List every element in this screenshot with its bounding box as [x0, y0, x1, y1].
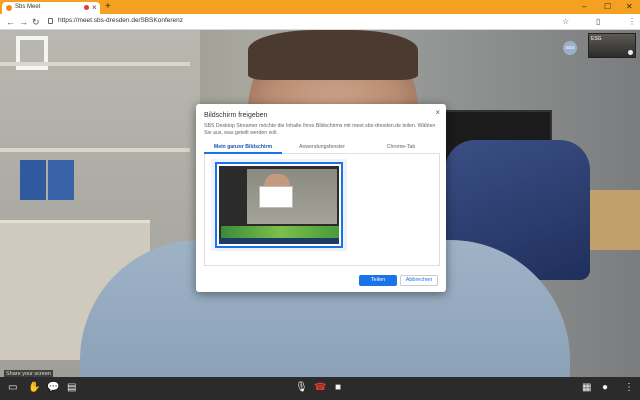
maximize-icon[interactable]: ☐: [604, 1, 611, 13]
self-view-badge-icon: [628, 50, 633, 55]
background-box: [590, 190, 640, 250]
info-icon[interactable]: ●: [602, 381, 608, 395]
recording-indicator-icon: [84, 5, 89, 10]
screen-share-dialog: Bildschirm freigeben × SBS Desktop Strea…: [196, 104, 446, 292]
reload-icon[interactable]: ↻: [32, 15, 40, 29]
binder: [48, 160, 74, 200]
browser-titlebar: Sbs Meet × + – ☐ ✕: [0, 0, 640, 14]
self-view-thumbnail[interactable]: ESG: [588, 33, 636, 58]
tab-title: Sbs Meet: [15, 4, 41, 10]
dialog-description: SBS Desktop Streamer möchte die Inhalte …: [204, 123, 436, 136]
browser-toolbar: ← → ↻ https://meet.sbs-dresden.de/SBSKon…: [0, 14, 640, 30]
tab-close-icon[interactable]: ×: [92, 2, 97, 14]
dialog-close-icon[interactable]: ×: [435, 108, 440, 117]
self-view-label: ESG: [591, 36, 602, 42]
tab-chrome-tab[interactable]: Chrome-Tab: [362, 144, 440, 150]
binder: [20, 160, 46, 200]
more-options-icon[interactable]: ▤: [67, 381, 76, 395]
participant-avatar[interactable]: SBS: [563, 41, 577, 55]
raise-hand-icon[interactable]: ✋: [28, 381, 40, 395]
shelf: [0, 148, 190, 152]
extension-icon[interactable]: ▯: [596, 15, 600, 29]
screen-list: [204, 154, 440, 266]
chat-icon[interactable]: 💬: [47, 381, 59, 395]
meeting-toolbar: ▭ ✋ 💬 ▤ 🎙 ☎ ■ ▦ ● ⋮: [0, 377, 640, 400]
minimize-icon[interactable]: –: [582, 1, 586, 13]
shelf: [0, 62, 190, 66]
camera-icon[interactable]: ■: [335, 381, 341, 395]
thumbnail-taskbar: [219, 238, 339, 244]
thumbnail-desktop: [219, 166, 339, 240]
tab-application-window[interactable]: Anwendungsfenster: [283, 144, 361, 150]
tab-entire-screen[interactable]: Mein ganzer Bildschirm: [204, 144, 282, 150]
bookmark-star-icon[interactable]: ☆: [562, 15, 569, 29]
window-close-icon[interactable]: ✕: [626, 1, 633, 13]
screen-share-icon[interactable]: ▭: [8, 381, 17, 395]
dialog-title: Bildschirm freigeben: [204, 112, 268, 119]
microphone-icon[interactable]: 🎙: [295, 381, 308, 395]
browser-menu-icon[interactable]: ⋮: [628, 15, 636, 29]
screen-thumbnail[interactable]: [215, 162, 343, 248]
favicon-icon: [6, 5, 12, 11]
lock-icon: [48, 18, 53, 24]
menu-icon[interactable]: ⋮: [624, 381, 634, 395]
address-bar[interactable]: https://meet.sbs-dresden.de/SBSKonferenz: [58, 17, 183, 24]
screen-option[interactable]: [211, 159, 347, 251]
share-button[interactable]: Teilen: [359, 275, 397, 286]
new-tab-button[interactable]: +: [105, 1, 111, 13]
hangup-icon[interactable]: ☎: [314, 381, 326, 395]
person-hair: [248, 30, 418, 80]
back-icon[interactable]: ←: [6, 15, 15, 29]
tile-view-icon[interactable]: ▦: [582, 381, 591, 395]
thumbnail-dialog: [259, 186, 293, 208]
forward-icon[interactable]: →: [19, 15, 28, 29]
browser-tab[interactable]: Sbs Meet ×: [2, 2, 100, 14]
cancel-button[interactable]: Abbrechen: [400, 275, 438, 286]
